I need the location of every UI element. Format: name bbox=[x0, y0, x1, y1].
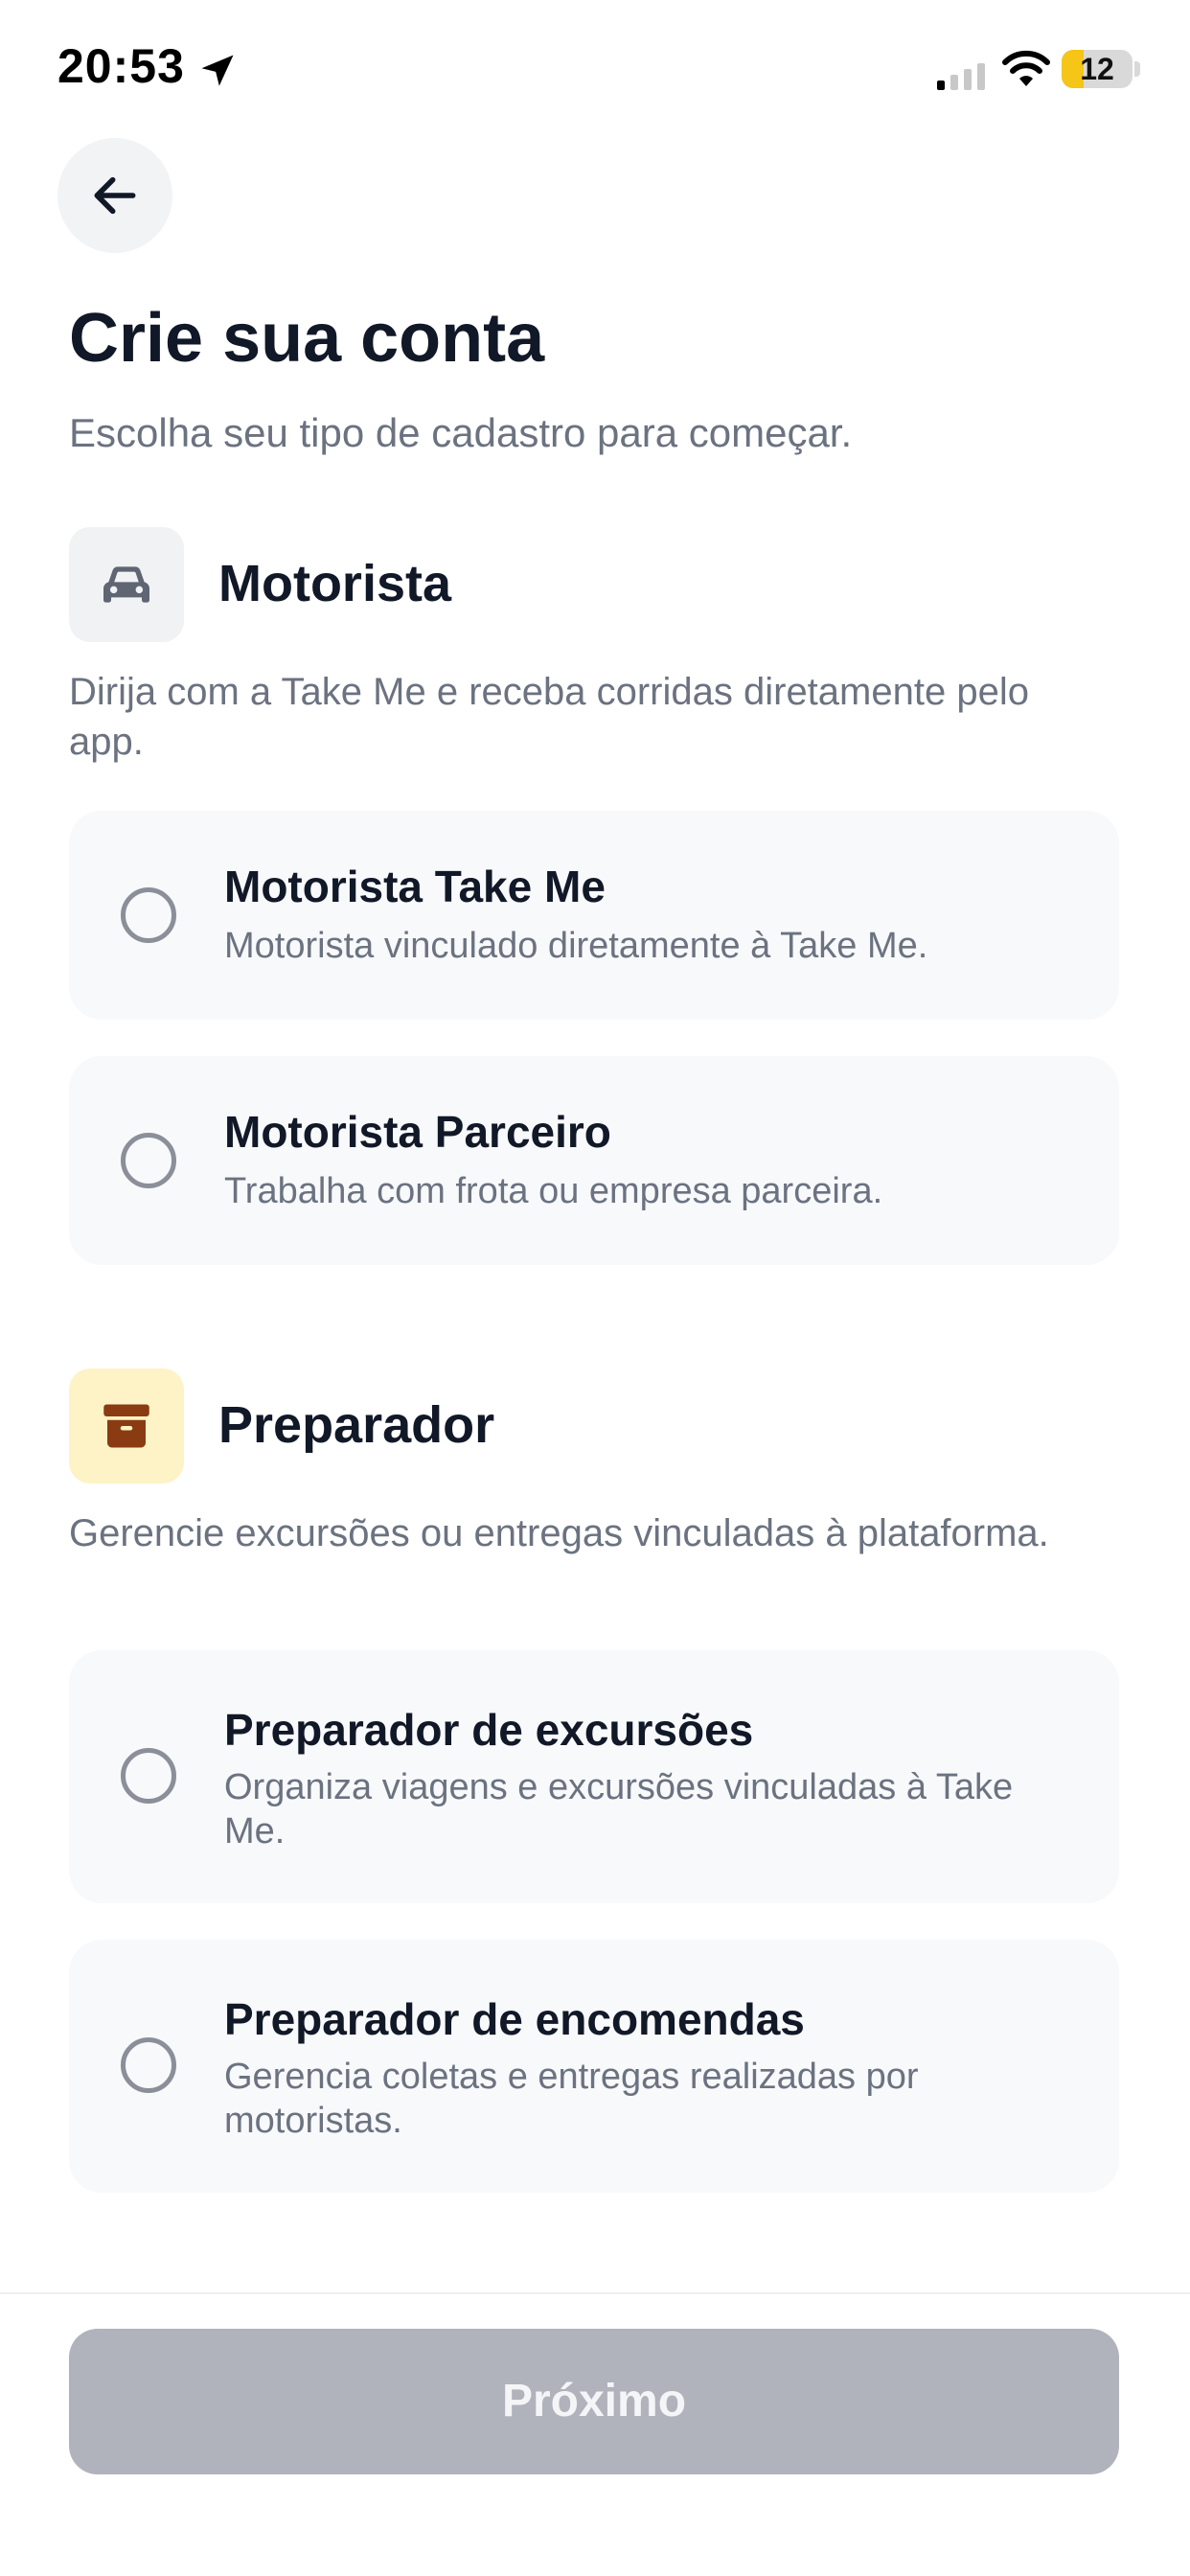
section-title-preparador: Preparador bbox=[218, 1396, 495, 1454]
cellular-signal-icon bbox=[937, 63, 985, 90]
radio-preparador-excursoes[interactable] bbox=[121, 1748, 176, 1804]
status-time: 20:53 bbox=[57, 39, 185, 93]
option-description: Trabalha com frota ou empresa parceira. bbox=[224, 1171, 883, 1211]
option-title: Motorista Parceiro bbox=[224, 1107, 611, 1157]
option-description: Organiza viagens e excursões vinculadas … bbox=[224, 1767, 1014, 1852]
option-description: Motorista vinculado diretamente à Take M… bbox=[224, 926, 928, 966]
car-icon bbox=[103, 566, 149, 603]
preparador-section-icon bbox=[69, 1368, 184, 1484]
section-description-preparador: Gerencie excursões ou entregas vinculada… bbox=[69, 1512, 1049, 1554]
option-motorista-take-me[interactable]: Motorista Take Me Motorista vinculado di… bbox=[69, 811, 1119, 1020]
option-motorista-parceiro[interactable]: Motorista Parceiro Trabalha com frota ou… bbox=[69, 1056, 1119, 1265]
radio-preparador-encomendas[interactable] bbox=[121, 2037, 176, 2093]
section-description-motorista: Dirija com a Take Me e receba corridas d… bbox=[69, 671, 1029, 763]
option-preparador-encomendas[interactable]: Preparador de encomendas Gerencia coleta… bbox=[69, 1940, 1119, 2193]
location-arrow-icon bbox=[201, 55, 234, 86]
battery-nub bbox=[1134, 61, 1140, 77]
wifi-icon bbox=[1002, 50, 1050, 86]
option-description: Gerencia coletas e entregas realizadas p… bbox=[224, 2057, 919, 2141]
page-title: Crie sua conta bbox=[69, 300, 545, 377]
battery-level: 12 bbox=[1080, 52, 1114, 86]
footer-divider bbox=[0, 2292, 1190, 2294]
battery-indicator: 12 bbox=[1062, 50, 1133, 88]
motorista-section-icon bbox=[69, 527, 184, 642]
page-subtitle: Escolha seu tipo de cadastro para começa… bbox=[69, 410, 853, 455]
option-title: Preparador de excursões bbox=[224, 1705, 754, 1755]
archive-box-icon bbox=[103, 1404, 149, 1448]
option-preparador-excursoes[interactable]: Preparador de excursões Organiza viagens… bbox=[69, 1650, 1119, 1903]
arrow-left-icon bbox=[94, 176, 136, 215]
section-title-motorista: Motorista bbox=[218, 555, 451, 612]
option-title: Preparador de encomendas bbox=[224, 1994, 805, 2044]
next-button[interactable]: Próximo bbox=[69, 2329, 1119, 2474]
radio-motorista-parceiro[interactable] bbox=[121, 1133, 176, 1188]
back-button[interactable] bbox=[57, 138, 172, 253]
radio-motorista-take-me[interactable] bbox=[121, 887, 176, 943]
status-bar: 20:53 12 bbox=[0, 0, 1190, 144]
option-title: Motorista Take Me bbox=[224, 862, 606, 911]
